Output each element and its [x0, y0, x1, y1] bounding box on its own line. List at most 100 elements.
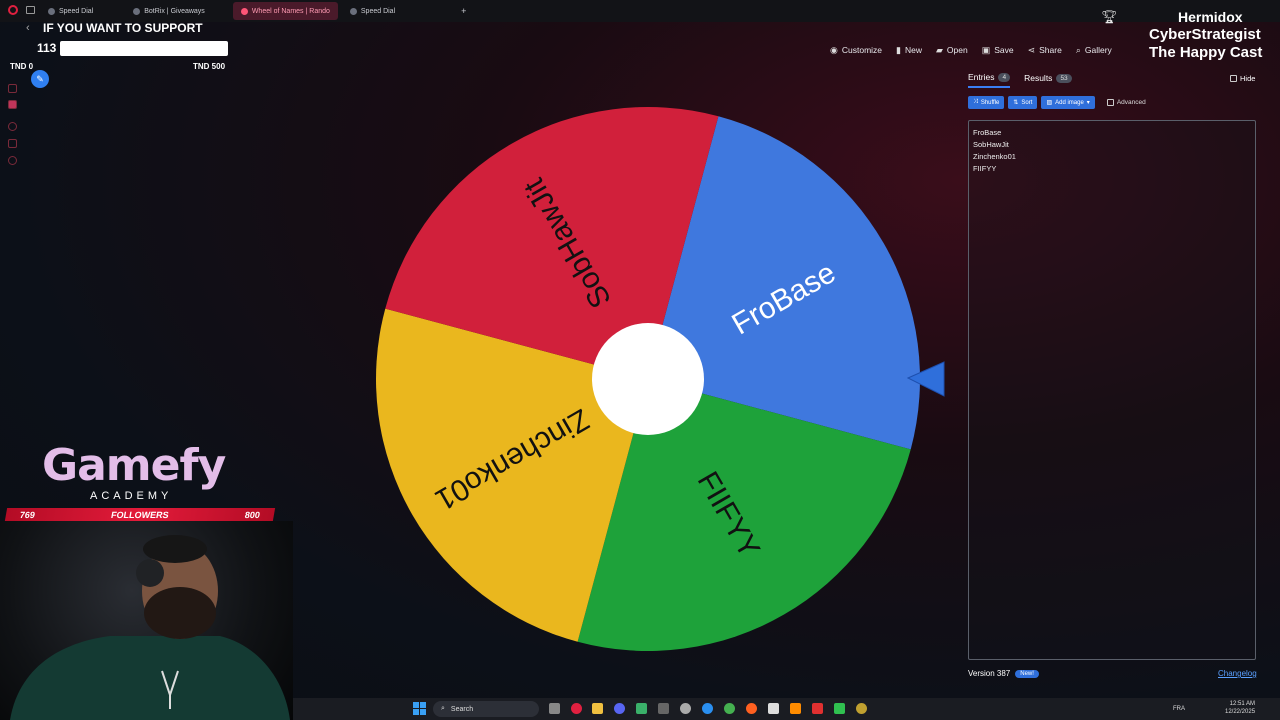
donation-goal-current: 113 — [37, 41, 57, 55]
brand-subtitle: ACADEMY — [90, 490, 173, 502]
tab-botrix[interactable]: BotRix | Giveaways — [125, 2, 213, 20]
tab-overview-icon[interactable] — [26, 6, 35, 14]
tab-entries[interactable]: Entries 4 — [968, 72, 1011, 88]
clock-time: 12:51 AM — [1229, 701, 1256, 707]
webcam-person-image — [10, 535, 290, 720]
app-icon[interactable] — [834, 703, 845, 714]
new-tab-button[interactable]: + — [453, 2, 474, 20]
app-icon[interactable] — [856, 703, 867, 714]
sidebar-history-icon[interactable] — [8, 122, 17, 131]
app-icon[interactable] — [680, 703, 691, 714]
tab-favicon-icon — [48, 7, 55, 15]
browser-logo-icon[interactable] — [8, 5, 18, 15]
entry-line: FIIFYY — [973, 164, 997, 173]
shuffle-label: Shuffle — [980, 99, 1000, 106]
back-arrow-icon[interactable]: ‹ — [26, 22, 30, 34]
windows-start-icon[interactable] — [413, 702, 426, 715]
brand-logo: Gamefy — [42, 440, 226, 491]
wheel-svg[interactable]: FroBaseFIIFYYZinchenko01SobHawJit — [372, 103, 924, 655]
windows-taskbar: ⌕ Search FRA 12:51 AM 12/22/2025 — [293, 698, 1280, 720]
wheel[interactable]: FroBase FIIFYY Zinchenko01 SobHawJit — [372, 103, 924, 655]
entries-count-badge: 4 — [998, 72, 1011, 82]
tab-results[interactable]: Results 53 — [1024, 72, 1072, 88]
app-icon[interactable] — [702, 703, 713, 714]
tab-favicon-icon — [240, 7, 248, 15]
file-explorer-icon[interactable] — [592, 703, 603, 714]
tab-label: Speed Dial — [59, 7, 94, 15]
wheel-toolbar: ◉ Customize ▮ New ▰ Open ▣ Save ⋖ Share ⌕ Gall… — [830, 42, 1112, 58]
clock-date: 12/22/2025 — [1225, 709, 1256, 715]
hide-toggle[interactable]: Hide — [1230, 74, 1255, 83]
save-button[interactable]: ▣ Save — [982, 45, 1014, 56]
tab-speed-dial-2[interactable]: Speed Dial — [342, 2, 403, 20]
app-icon[interactable] — [746, 703, 757, 714]
new-badge: New! — [1015, 669, 1039, 678]
pencil-icon: ✎ — [36, 73, 44, 84]
donation-goal-min: TND 0 — [10, 62, 34, 71]
tab-favicon-icon — [349, 7, 357, 15]
taskbar-clock[interactable]: 12:51 AM 12/22/2025 — [1225, 700, 1255, 716]
sort-button[interactable]: ⇅ Sort — [1008, 96, 1038, 109]
add-image-button[interactable]: ▨ Add image ▾ — [1041, 96, 1095, 109]
followers-current: 769 — [19, 509, 36, 520]
palette-icon: ◉ — [830, 44, 838, 55]
gallery-button[interactable]: ⌕ Gallery — [1076, 45, 1112, 56]
shuffle-button[interactable]: ⤨ Shuffle — [968, 96, 1005, 109]
tab-speed-dial-1[interactable]: Speed Dial — [40, 2, 101, 20]
sort-icon: ⇅ — [1013, 100, 1019, 106]
hide-checkbox[interactable] — [1230, 75, 1237, 82]
search-icon: ⌕ — [1075, 44, 1081, 55]
taskbar-search[interactable]: ⌕ Search — [433, 701, 539, 717]
new-button[interactable]: ▮ New — [896, 45, 922, 56]
tab-results-label: Results — [1024, 73, 1053, 83]
app-icon[interactable] — [658, 703, 669, 714]
app-icon[interactable] — [768, 703, 779, 714]
version-label: Version 387 — [968, 669, 1011, 678]
sidebar-bookmark-icon[interactable] — [8, 84, 17, 93]
sort-label: Sort — [1021, 99, 1033, 106]
tab-favicon-icon — [133, 7, 141, 15]
edit-pencil-button[interactable]: ✎ — [31, 70, 49, 88]
app-icon[interactable] — [812, 703, 823, 714]
tab-wheel-of-names[interactable]: Wheel of Names | Rando — [232, 2, 338, 20]
taskbar-search-label: Search — [450, 705, 474, 713]
sidebar-settings-icon[interactable] — [8, 156, 17, 165]
version-info: Version 387 New! — [968, 669, 1039, 678]
share-label: Share — [1039, 45, 1062, 55]
tab-entries-label: Entries — [968, 72, 995, 82]
app-icon[interactable] — [724, 703, 735, 714]
advanced-checkbox[interactable] — [1106, 99, 1114, 106]
followers-label: FOLLOWERS — [110, 509, 170, 520]
vivaldi-icon[interactable] — [571, 703, 582, 714]
wheel-center[interactable] — [592, 323, 704, 435]
search-icon: ⌕ — [441, 705, 445, 712]
share-icon: ⋖ — [1027, 44, 1036, 55]
customize-button[interactable]: ◉ Customize — [830, 45, 882, 56]
advanced-toggle[interactable]: Advanced — [1106, 99, 1146, 106]
open-button[interactable]: ▰ Open — [936, 45, 968, 56]
hide-label: Hide — [1240, 74, 1256, 83]
browser-tab-bar: Speed Dial BotRix | Giveaways Wheel of N… — [0, 0, 1280, 22]
image-icon: ▨ — [1046, 100, 1053, 106]
customize-label: Customize — [841, 45, 883, 55]
support-banner: IF YOU WANT TO SUPPORT — [43, 21, 203, 35]
entry-line: SobHawJit — [973, 140, 1009, 149]
donation-goal-bar — [60, 41, 228, 56]
followers-goal: 800 — [244, 509, 261, 520]
taskview-icon[interactable] — [549, 703, 560, 714]
sidebar-notes-icon[interactable] — [8, 139, 17, 148]
sidebar-extension-icon[interactable] — [8, 100, 17, 109]
changelog-link[interactable]: Changelog — [1218, 669, 1257, 678]
results-count-badge: 53 — [1056, 73, 1072, 83]
input-language[interactable]: FRA — [1173, 706, 1185, 712]
app-icon[interactable] — [790, 703, 801, 714]
discord-icon[interactable] — [614, 703, 625, 714]
streamer-name: Hermidox — [1178, 9, 1243, 25]
save-icon: ▣ — [981, 44, 991, 55]
webcam-feed — [0, 521, 293, 720]
app-icon[interactable] — [636, 703, 647, 714]
entries-textarea[interactable]: FroBase SobHawJit Zinchenko01 FIIFYY — [968, 120, 1256, 660]
trophy-icon: 🏆︎ — [1101, 9, 1118, 24]
share-button[interactable]: ⋖ Share — [1028, 45, 1062, 56]
tab-label: Wheel of Names | Rando — [251, 7, 330, 15]
